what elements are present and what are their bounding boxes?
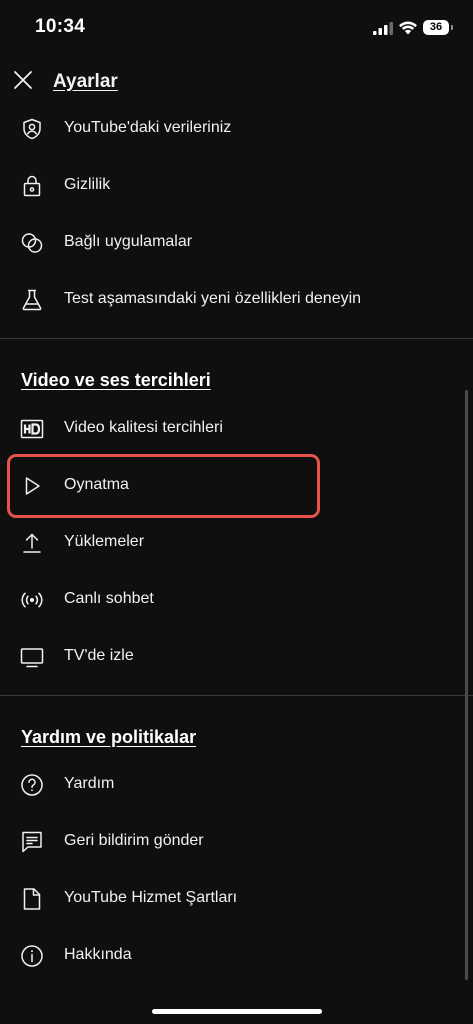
settings-item-label: Hakkında — [64, 946, 132, 963]
lock-icon — [23, 175, 41, 197]
section-divider — [0, 338, 473, 339]
battery-cap — [451, 25, 453, 30]
settings-item-label: YouTube'daki verileriniz — [64, 119, 232, 136]
help-icon — [21, 774, 43, 796]
upload-icon — [23, 533, 41, 553]
scrollbar[interactable] — [465, 390, 468, 980]
settings-item-label: Yüklemeler — [64, 533, 145, 550]
settings-item-send-feedback[interactable]: Geri bildirim gönder — [0, 817, 473, 867]
section-title-video: Video ve ses tercihleri — [21, 370, 211, 390]
settings-item-try-experimental[interactable]: Test aşamasındaki yeni özellikleri deney… — [0, 275, 473, 325]
status-bar: 10:34 36 — [0, 0, 473, 56]
tv-icon — [20, 648, 44, 668]
highlight-annotation — [7, 454, 320, 518]
settings-item-connected-apps[interactable]: Bağlı uygulamalar — [0, 218, 473, 268]
battery-level: 36 — [423, 20, 449, 35]
hd-icon — [20, 419, 44, 439]
wifi-icon — [399, 21, 417, 35]
settings-item-help[interactable]: Yardım — [0, 760, 473, 810]
section-divider — [0, 695, 473, 696]
close-icon[interactable] — [12, 69, 34, 91]
section-title-help: Yardım ve politikalar — [21, 727, 197, 747]
info-icon — [21, 945, 43, 967]
home-indicator[interactable] — [152, 1009, 322, 1014]
page-title: Ayarlar — [53, 71, 118, 92]
settings-item-your-data[interactable]: YouTube'daki verileriniz — [0, 104, 473, 154]
live-broadcast-icon — [21, 592, 43, 608]
settings-item-label: Geri bildirim gönder — [64, 832, 204, 849]
settings-item-label: Yardım — [64, 775, 115, 792]
settings-item-terms-of-service[interactable]: YouTube Hizmet Şartları — [0, 874, 473, 924]
settings-item-label: Canlı sohbet — [64, 590, 154, 607]
settings-item-about[interactable]: Hakkında — [0, 931, 473, 981]
feedback-icon — [22, 831, 42, 853]
shield-person-icon — [23, 118, 41, 140]
status-time: 10:34 — [35, 16, 86, 37]
settings-item-label: TV'de izle — [64, 647, 134, 664]
linked-circles-icon — [21, 233, 43, 253]
cellular-signal-icon — [373, 22, 393, 35]
settings-header: Ayarlar — [0, 60, 473, 104]
settings-item-label: YouTube Hizmet Şartları — [64, 889, 238, 906]
settings-item-privacy[interactable]: Gizlilik — [0, 161, 473, 211]
settings-item-uploads[interactable]: Yüklemeler — [0, 518, 473, 568]
settings-item-video-quality[interactable]: Video kalitesi tercihleri — [0, 404, 473, 454]
settings-item-label: Video kalitesi tercihleri — [64, 419, 223, 436]
flask-icon — [22, 289, 42, 311]
document-icon — [23, 888, 41, 910]
settings-item-label: Bağlı uygulamalar — [64, 233, 193, 250]
settings-item-watch-on-tv[interactable]: TV'de izle — [0, 632, 473, 682]
settings-item-label: Test aşamasındaki yeni özellikleri deney… — [64, 290, 362, 307]
settings-item-live-chat[interactable]: Canlı sohbet — [0, 575, 473, 625]
settings-item-label: Gizlilik — [64, 176, 111, 193]
